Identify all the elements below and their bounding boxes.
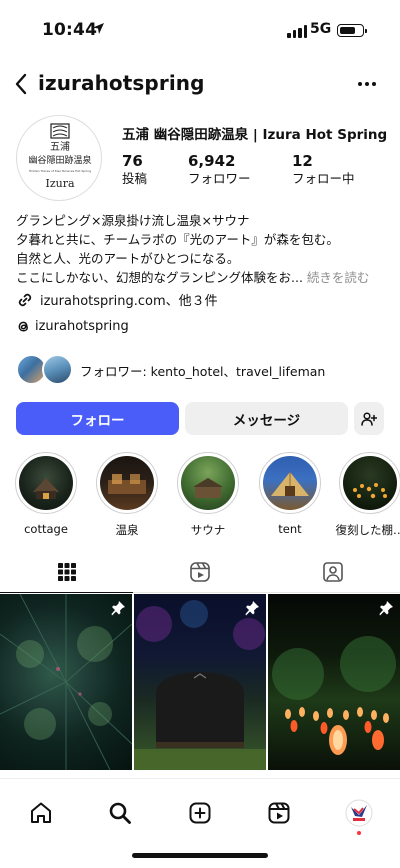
threads-icon [16, 319, 31, 334]
logo-line4: Izura [45, 177, 74, 190]
home-indicator [132, 853, 268, 858]
followers-text: フォロワー: kento_hotel、travel_lifeman [80, 363, 326, 379]
post-image [272, 636, 396, 755]
stat-label: フォロワー [188, 171, 251, 186]
stat-following[interactable]: 12 フォロー中 [292, 152, 392, 188]
bottom-navigation [0, 778, 400, 868]
threads-link[interactable]: izurahotspring [16, 319, 129, 334]
highlight-image [263, 456, 317, 510]
read-more-link[interactable]: 続きを読む [307, 270, 370, 285]
threads-handle: izurahotspring [35, 319, 129, 334]
back-button[interactable] [6, 68, 36, 100]
follow-button[interactable]: フォロー [16, 402, 179, 435]
post-thumbnail[interactable] [0, 594, 132, 770]
battery-icon [337, 24, 367, 37]
highlight-image [100, 456, 154, 510]
highlight-onsen[interactable]: 温泉 [87, 452, 167, 538]
mutual-followers[interactable]: フォロワー: kento_hotel、travel_lifeman [16, 354, 325, 386]
website-link-text: izurahotspring.com、他３件 [40, 294, 218, 309]
highlight-image [181, 456, 235, 510]
stat-value: 12 [292, 152, 313, 170]
profile-avatar [345, 799, 373, 827]
message-button[interactable]: メッセージ [185, 402, 348, 435]
action-buttons: フォロー メッセージ [16, 402, 384, 435]
highlight-label: tent [278, 522, 302, 536]
reels-icon [190, 561, 210, 582]
post-image [134, 600, 266, 770]
suggest-user-button[interactable] [354, 402, 384, 435]
highlight-label: 温泉 [115, 523, 139, 537]
highlight-cottage[interactable]: cottage [6, 452, 86, 536]
logo-line2: 幽谷隠田跡温泉 [28, 154, 91, 166]
chevron-left-icon [15, 73, 27, 95]
nav-create[interactable] [180, 793, 220, 833]
tab-posts[interactable] [0, 551, 134, 593]
nav-search[interactable] [100, 793, 140, 833]
display-name: 五浦 幽谷隠田跡温泉 | Izura Hot Spring [122, 127, 388, 143]
highlight-terrace[interactable]: 復刻した棚… [330, 452, 400, 538]
username-title: izurahotspring [38, 71, 205, 95]
stat-label: フォロー中 [292, 171, 355, 186]
highlight-label: cottage [24, 522, 68, 536]
home-icon [31, 802, 51, 823]
network-label: 5G [310, 21, 332, 37]
profile-avatar[interactable]: 五浦 幽谷隠田跡温泉 Hidden Traces of Kiss Terrace… [16, 115, 102, 201]
follower-avatars [16, 354, 74, 386]
stat-followers[interactable]: 6,942 フォロワー [188, 152, 292, 188]
pin-icon [379, 601, 393, 616]
highlight-label: 復刻した棚… [335, 523, 400, 537]
content-tabs [0, 551, 400, 593]
reels-icon [268, 802, 290, 824]
nav-home[interactable] [21, 793, 61, 833]
highlight-label: サウナ [190, 523, 226, 537]
notification-dot [357, 831, 361, 835]
logo-line1: 五浦 [50, 140, 70, 153]
posts-grid [0, 594, 400, 770]
highlight-image [19, 456, 73, 510]
nav-profile[interactable] [339, 793, 379, 835]
grid-icon [57, 562, 76, 581]
signal-icon [287, 25, 307, 38]
profile-header-bar: izurahotspring [0, 64, 400, 104]
logo-line3: Hidden Traces of Kiss Terraces Hot Sprin… [29, 169, 91, 173]
tab-tagged[interactable] [267, 551, 400, 592]
link-icon [16, 291, 34, 309]
bio: グランピング×源泉掛け流し温泉×サウナ 夕暮れと共に、チームラボの『光のアート』… [16, 211, 388, 287]
post-thumbnail[interactable] [134, 594, 266, 770]
profile-stats: 76 投稿 6,942 フォロワー 12 フォロー中 [122, 152, 392, 188]
highlight-sauna[interactable]: サウナ [168, 452, 248, 538]
create-icon [189, 802, 211, 824]
add-person-icon [361, 411, 377, 426]
status-bar: 10:44 5G [0, 0, 400, 54]
post-thumbnail[interactable] [268, 594, 400, 770]
stat-value: 6,942 [188, 152, 236, 170]
status-time: 10:44 [42, 20, 98, 40]
tab-reels[interactable] [133, 551, 266, 592]
bio-line: 夕暮れと共に、チームラボの『光のアート』が森を包む。 [16, 232, 339, 247]
location-arrow-icon [93, 23, 104, 34]
brand-logo: 五浦 幽谷隠田跡温泉 Hidden Traces of Kiss Terrace… [28, 123, 92, 190]
bio-line: 自然と人、光のアートがひとつになる。 [16, 251, 240, 266]
tagged-icon [323, 561, 344, 582]
more-icon [358, 82, 376, 86]
website-link[interactable]: izurahotspring.com、他３件 [16, 290, 218, 309]
search-icon [109, 802, 131, 824]
pin-icon [245, 601, 259, 616]
stat-posts[interactable]: 76 投稿 [122, 152, 188, 188]
post-image [0, 594, 132, 770]
pin-icon [111, 601, 125, 616]
nav-reels[interactable] [259, 793, 299, 833]
highlight-image [343, 456, 397, 510]
bio-line-text: ここにしかない、幻想的なグランピング体験をお... [16, 270, 303, 285]
highlight-tent[interactable]: tent [250, 452, 330, 536]
bio-line: グランピング×源泉掛け流し温泉×サウナ [16, 213, 250, 228]
more-options-button[interactable] [352, 72, 382, 96]
bio-line-last: ここにしかない、幻想的なグランピング体験をお... 続きを読む [16, 268, 388, 287]
stat-label: 投稿 [122, 171, 148, 186]
story-highlights: cottage 温泉 サウナ tent 復刻した棚… [0, 452, 400, 542]
stat-value: 76 [122, 152, 143, 170]
follower-avatar [42, 354, 73, 385]
